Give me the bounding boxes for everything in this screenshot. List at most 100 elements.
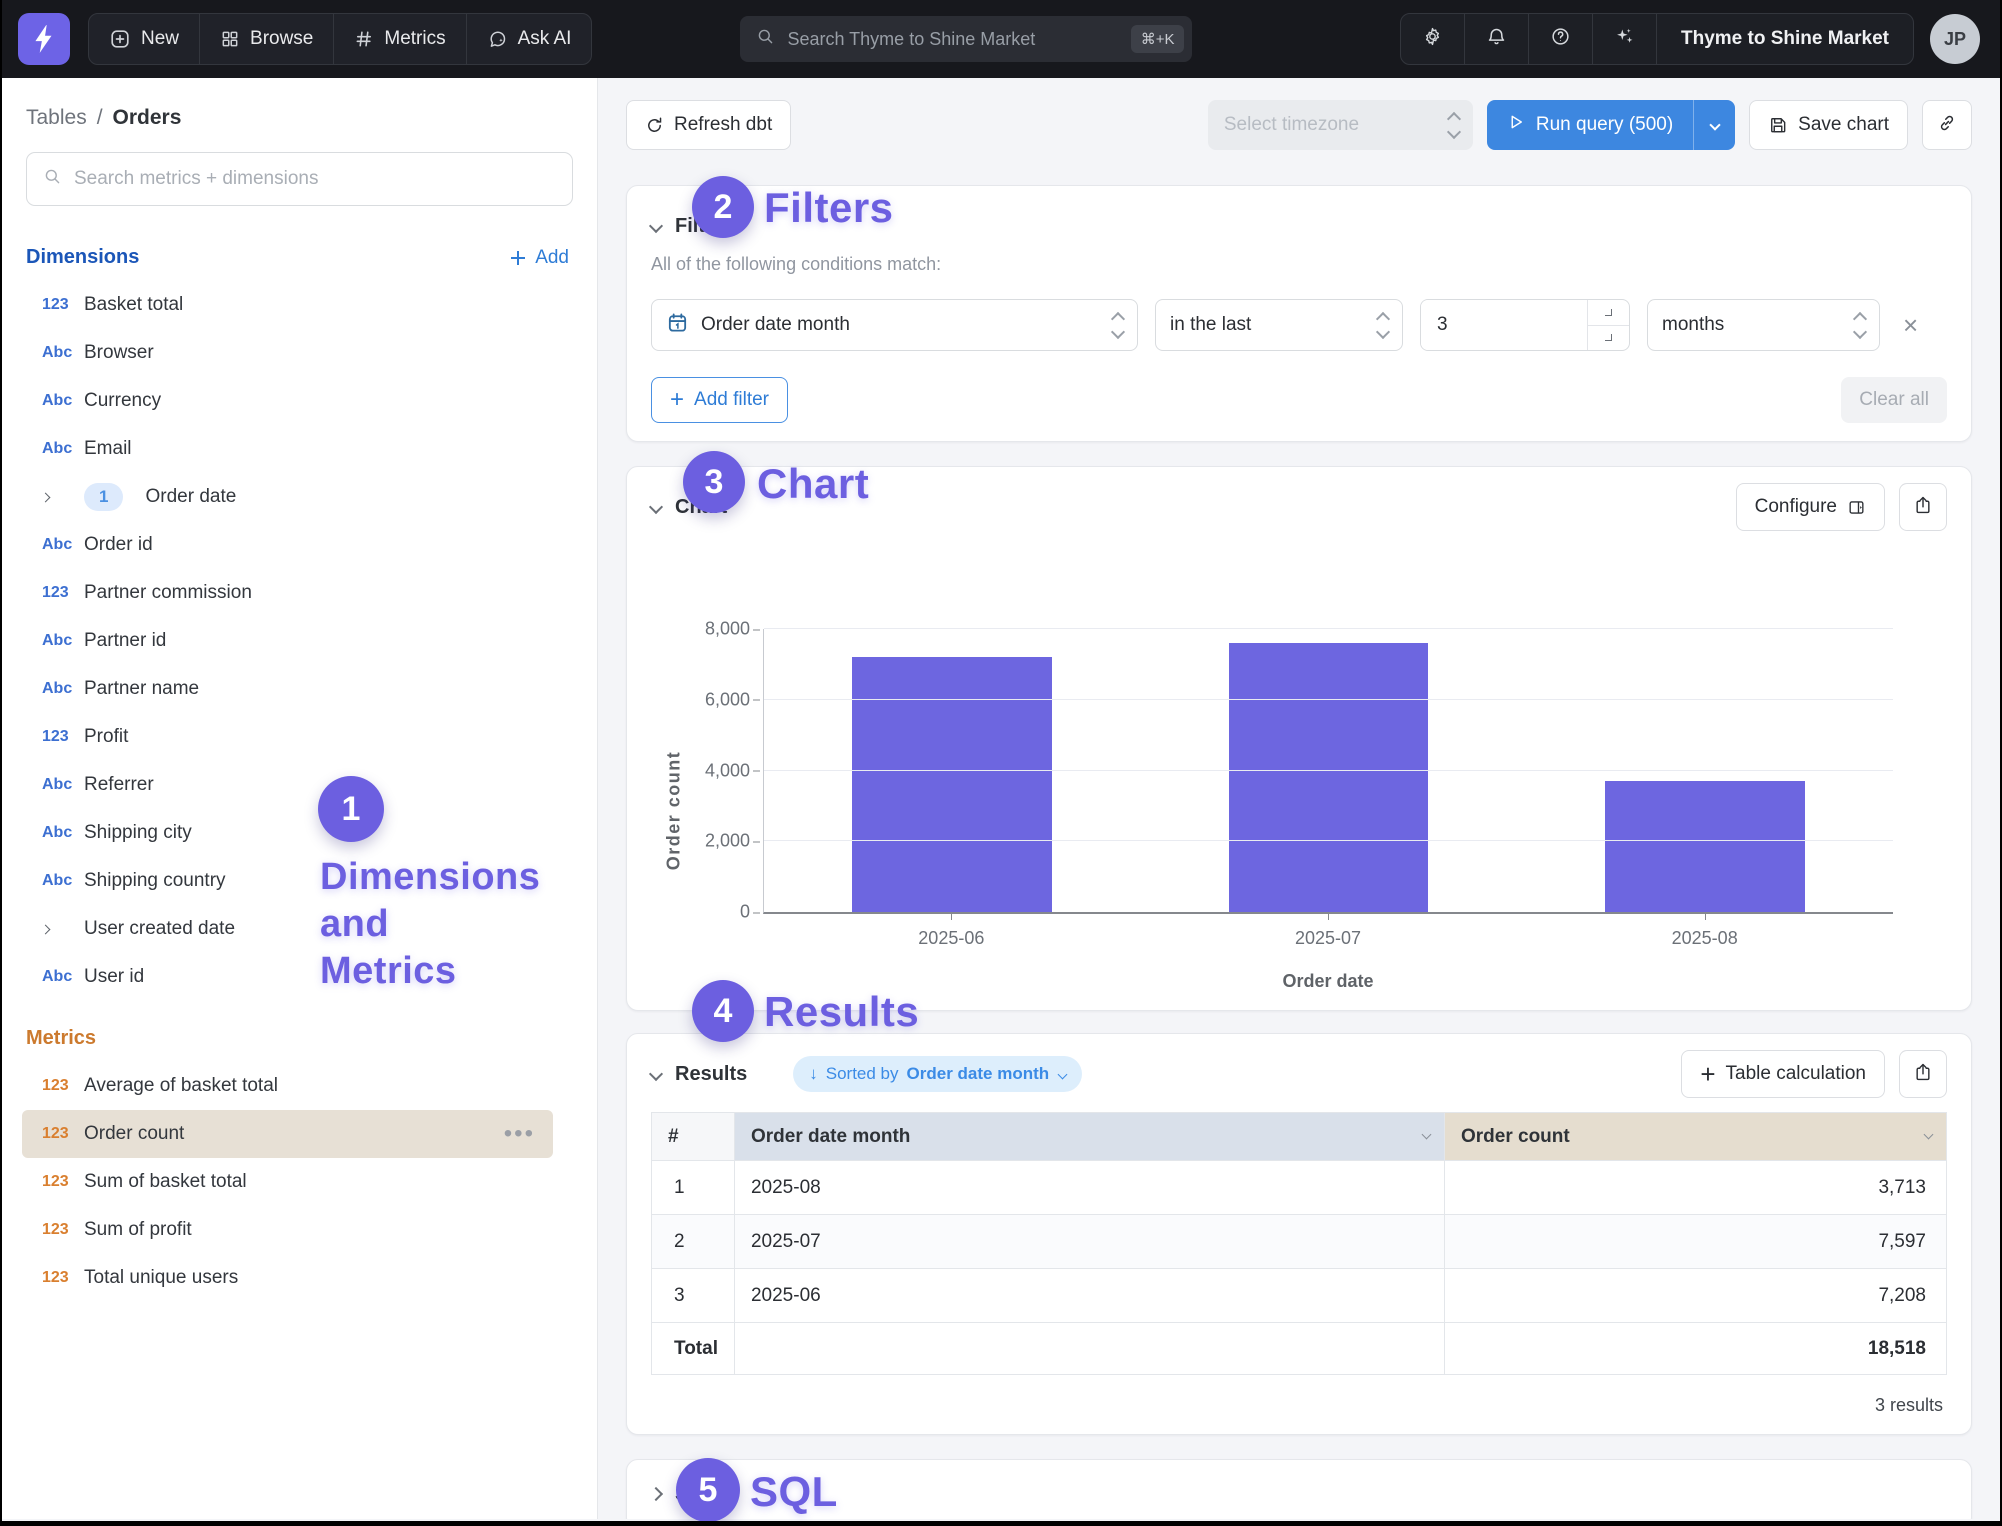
field-label: Shipping city [84,822,192,844]
collapse-filters-chevron-icon[interactable] [649,219,663,233]
cell-order-date-month[interactable]: 2025-06 [734,1269,1444,1323]
total-label: Total [652,1323,735,1375]
x-tick-label: 2025-06 [763,928,1140,949]
help-button[interactable] [1529,14,1593,64]
export-icon [1913,1062,1933,1087]
sidebar-dimension-order-date[interactable]: 1Order date [22,473,553,521]
filters-condition-text: All of the following conditions match: [651,254,1947,275]
sidebar-dimension-partner-id[interactable]: AbcPartner id [22,617,553,665]
calendar-icon [666,311,689,340]
sidebar-dimension-profit[interactable]: 123Profit [22,713,553,761]
sidebar-dimension-email[interactable]: AbcEmail [22,425,553,473]
sparkles-button[interactable] [1593,14,1657,64]
y-tick-label: 6,000 [705,689,764,710]
row-index: 3 [652,1269,735,1323]
filter-field-select[interactable]: Order date month [651,299,1138,351]
export-icon [1913,495,1933,520]
avatar[interactable]: JP [1930,14,1980,64]
share-link-button[interactable] [1922,100,1972,150]
nav-button-browse[interactable]: Browse [200,14,334,64]
cell-order-date-month[interactable]: 2025-08 [734,1161,1444,1215]
more-options-icon[interactable]: ••• [504,1120,535,1148]
annotation-circle-5: 5 [676,1458,740,1521]
bell-button[interactable] [1465,14,1529,64]
table-calculation-button[interactable]: + Table calculation [1681,1050,1885,1098]
sidebar-dimension-referrer[interactable]: AbcReferrer [22,761,553,809]
sidebar-dimension-currency[interactable]: AbcCurrency [22,377,553,425]
nav-button-metrics[interactable]: Metrics [334,14,466,64]
sorted-by-pill[interactable]: ↓ Sorted by Order date month [793,1056,1082,1092]
app-logo[interactable] [18,13,70,65]
results-count: 3 results [651,1395,1947,1416]
filter-unit-select[interactable]: months [1647,299,1880,351]
bar-2025-06[interactable] [852,657,1051,912]
sidebar-dimension-partner-name[interactable]: AbcPartner name [22,665,553,713]
stepper-up-button[interactable] [1588,300,1629,326]
global-search[interactable]: Search Thyme to Shine Market ⌘+K [740,16,1192,62]
add-filter-button[interactable]: + Add filter [651,377,788,423]
filter-rule-row: Order date month in the last [651,299,1947,351]
timezone-select[interactable]: Select timezone [1208,100,1473,150]
chevron-right-icon[interactable] [42,926,84,933]
sidebar-metric-sum-of-profit[interactable]: 123Sum of profit [22,1206,553,1254]
refresh-dbt-button[interactable]: Refresh dbt [626,100,791,150]
sidebar-metric-total-unique-users[interactable]: 123Total unique users [22,1254,553,1302]
stepper-down-button[interactable] [1588,326,1629,351]
results-title: Results [675,1063,747,1086]
bar-2025-08[interactable] [1605,781,1804,912]
clear-all-filters-button[interactable]: Clear all [1841,377,1947,423]
nav-button-ask-ai[interactable]: Ask AI [467,14,592,64]
breadcrumb-separator: / [97,106,103,130]
sidebar-dimension-basket-total[interactable]: 123Basket total [22,281,553,329]
bar-2025-07[interactable] [1229,643,1428,912]
sidebar-dimension-partner-commission[interactable]: 123Partner commission [22,569,553,617]
column-header-order-count[interactable]: Order count [1444,1113,1946,1161]
sidebar-dimension-browser[interactable]: AbcBrowser [22,329,553,377]
nav-button-new[interactable]: New [89,14,200,64]
run-query-button[interactable]: Run query (500) [1487,100,1693,150]
remove-filter-button[interactable]: × [1903,312,1918,338]
table-row[interactable]: 32025-067,208 [652,1269,1947,1323]
gear-button[interactable] [1401,14,1465,64]
collapse-chart-chevron-icon[interactable] [649,500,663,514]
sidebar-metric-order-count[interactable]: 123Order count••• [22,1110,553,1158]
chart-card: Chart Configure Order count [626,466,1972,1011]
fields-search-input[interactable]: Search metrics + dimensions [26,152,573,206]
run-query-dropdown[interactable] [1693,100,1735,150]
column-header-order-date-month[interactable]: Order date month [734,1113,1444,1161]
export-results-button[interactable] [1899,1050,1947,1098]
breadcrumb-tables[interactable]: Tables [26,106,87,130]
sidebar-dimension-shipping-city[interactable]: AbcShipping city [22,809,553,857]
cell-order-count[interactable]: 7,208 [1444,1269,1946,1323]
chevron-down-icon[interactable] [1924,1129,1934,1139]
string-type-icon: Abc [42,536,84,554]
filter-value-input[interactable] [1421,300,1561,350]
add-dimension-button[interactable]: Add [509,247,569,269]
export-chart-button[interactable] [1899,483,1947,531]
gear-icon [1422,26,1443,52]
table-row[interactable]: 22025-077,597 [652,1215,1947,1269]
sidebar-dimension-order-id[interactable]: AbcOrder id [22,521,553,569]
string-type-icon: Abc [42,344,84,362]
total-row: Total18,518 [652,1323,1947,1375]
string-type-icon: Abc [42,632,84,650]
cell-order-date-month[interactable]: 2025-07 [734,1215,1444,1269]
sidebar-metric-average-of-basket-total[interactable]: 123Average of basket total [22,1062,553,1110]
chevron-right-icon[interactable] [42,494,84,501]
filter-operator-select[interactable]: in the last [1155,299,1403,351]
sidebar-metric-sum-of-basket-total[interactable]: 123Sum of basket total [22,1158,553,1206]
cell-order-count[interactable]: 7,597 [1444,1215,1946,1269]
configure-chart-button[interactable]: Configure [1736,483,1885,531]
cell-order-count[interactable]: 3,713 [1444,1161,1946,1215]
refresh-icon [645,116,664,135]
save-chart-button[interactable]: Save chart [1749,100,1908,150]
table-row[interactable]: 12025-083,713 [652,1161,1947,1215]
collapse-results-chevron-icon[interactable] [649,1067,663,1081]
bell-icon [1486,26,1507,52]
field-label: Shipping country [84,870,226,892]
expand-sql-chevron-icon[interactable] [649,1487,663,1501]
org-switcher[interactable]: Thyme to Shine Market [1657,14,1913,64]
results-table: #Order date monthOrder count 12025-083,7… [651,1112,1947,1375]
chevron-down-icon[interactable] [1422,1129,1432,1139]
annotation-label-3: Chart [757,460,869,508]
